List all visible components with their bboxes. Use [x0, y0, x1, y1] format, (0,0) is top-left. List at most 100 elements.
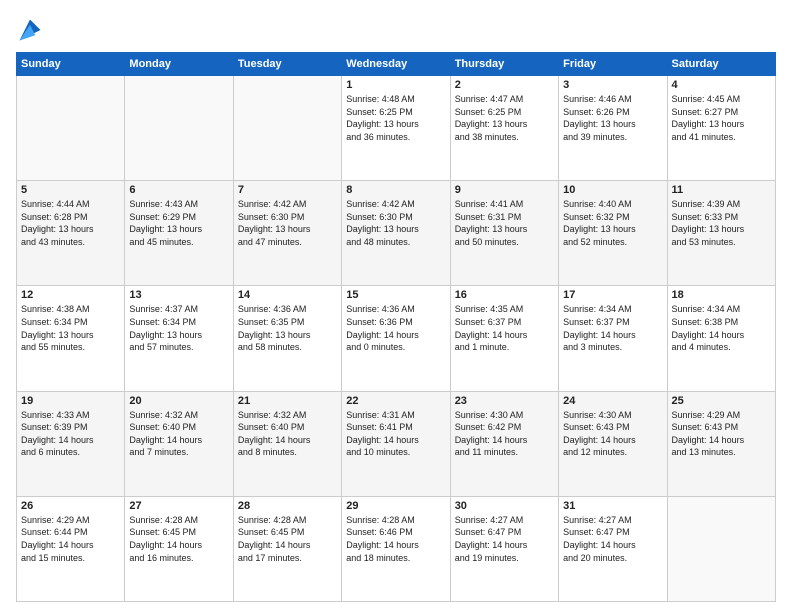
calendar-day-17: 17Sunrise: 4:34 AM Sunset: 6:37 PM Dayli… [559, 286, 667, 391]
calendar-day-21: 21 Sunrise: 4:32 AM Sunset: 6:40 PM Dayli… [233, 391, 341, 496]
calendar-week-row: 5 Sunrise: 4:44 AM Sunset: 6:28 PM Daylig… [17, 181, 776, 286]
calendar-day-3: 3Sunrise: 4:46 AM Sunset: 6:26 PM Daylig… [559, 76, 667, 181]
day-number: 1 [346, 79, 445, 91]
calendar-day-4: 4Sunrise: 4:45 AM Sunset: 6:27 PM Daylig… [667, 76, 775, 181]
day-number: 9 [455, 184, 554, 196]
day-info: Sunrise: 4:30 AM Sunset: 6:43 PM Dayligh… [563, 409, 662, 459]
day-number: 23 [455, 395, 554, 407]
empty-cell [667, 496, 775, 601]
day-info: Sunrise: 4:34 AM Sunset: 6:38 PM Dayligh… [672, 303, 771, 353]
day-number: 22 [346, 395, 445, 407]
calendar-day-13: 13 Sunrise: 4:37 AM Sunset: 6:34 PM Dayli… [125, 286, 233, 391]
calendar-day-29: 29 Sunrise: 4:28 AM Sunset: 6:46 PM Dayli… [342, 496, 450, 601]
day-info: Sunrise: 4:44 AM Sunset: 6:28 PM Dayligh… [21, 198, 120, 248]
day-number: 24 [563, 395, 662, 407]
calendar-day-5: 5 Sunrise: 4:44 AM Sunset: 6:28 PM Daylig… [17, 181, 125, 286]
day-info: Sunrise: 4:28 AM Sunset: 6:46 PM Dayligh… [346, 514, 445, 564]
empty-cell [17, 76, 125, 181]
day-info: Sunrise: 4:40 AM Sunset: 6:32 PM Dayligh… [563, 198, 662, 248]
day-info: Sunrise: 4:36 AM Sunset: 6:35 PM Dayligh… [238, 303, 337, 353]
calendar-day-26: 26 Sunrise: 4:29 AM Sunset: 6:44 PM Dayli… [17, 496, 125, 601]
day-info: Sunrise: 4:32 AM Sunset: 6:40 PM Dayligh… [238, 409, 337, 459]
day-info: Sunrise: 4:42 AM Sunset: 6:30 PM Dayligh… [346, 198, 445, 248]
day-info: Sunrise: 4:41 AM Sunset: 6:31 PM Dayligh… [455, 198, 554, 248]
calendar-day-23: 23Sunrise: 4:30 AM Sunset: 6:42 PM Dayli… [450, 391, 558, 496]
day-number: 27 [129, 500, 228, 512]
calendar-day-28: 28 Sunrise: 4:28 AM Sunset: 6:45 PM Dayli… [233, 496, 341, 601]
day-number: 3 [563, 79, 662, 91]
day-number: 13 [129, 289, 228, 301]
day-info: Sunrise: 4:47 AM Sunset: 6:25 PM Dayligh… [455, 93, 554, 143]
calendar-week-row: 19 Sunrise: 4:33 AM Sunset: 6:39 PM Dayli… [17, 391, 776, 496]
day-info: Sunrise: 4:45 AM Sunset: 6:27 PM Dayligh… [672, 93, 771, 143]
day-number: 31 [563, 500, 662, 512]
day-number: 8 [346, 184, 445, 196]
calendar-day-22: 22Sunrise: 4:31 AM Sunset: 6:41 PM Dayli… [342, 391, 450, 496]
day-number: 26 [21, 500, 120, 512]
header [16, 16, 776, 44]
day-info: Sunrise: 4:37 AM Sunset: 6:34 PM Dayligh… [129, 303, 228, 353]
calendar-day-12: 12Sunrise: 4:38 AM Sunset: 6:34 PM Dayli… [17, 286, 125, 391]
calendar-day-11: 11 Sunrise: 4:39 AM Sunset: 6:33 PM Dayli… [667, 181, 775, 286]
day-info: Sunrise: 4:28 AM Sunset: 6:45 PM Dayligh… [129, 514, 228, 564]
day-number: 5 [21, 184, 120, 196]
day-info: Sunrise: 4:36 AM Sunset: 6:36 PM Dayligh… [346, 303, 445, 353]
col-header-monday: Monday [125, 53, 233, 76]
day-info: Sunrise: 4:28 AM Sunset: 6:45 PM Dayligh… [238, 514, 337, 564]
calendar-header-row: SundayMondayTuesdayWednesdayThursdayFrid… [17, 53, 776, 76]
day-info: Sunrise: 4:33 AM Sunset: 6:39 PM Dayligh… [21, 409, 120, 459]
calendar-week-row: 12Sunrise: 4:38 AM Sunset: 6:34 PM Dayli… [17, 286, 776, 391]
day-info: Sunrise: 4:34 AM Sunset: 6:37 PM Dayligh… [563, 303, 662, 353]
day-number: 18 [672, 289, 771, 301]
day-info: Sunrise: 4:29 AM Sunset: 6:44 PM Dayligh… [21, 514, 120, 564]
day-number: 25 [672, 395, 771, 407]
day-number: 29 [346, 500, 445, 512]
day-info: Sunrise: 4:29 AM Sunset: 6:43 PM Dayligh… [672, 409, 771, 459]
calendar-day-24: 24 Sunrise: 4:30 AM Sunset: 6:43 PM Dayli… [559, 391, 667, 496]
day-number: 30 [455, 500, 554, 512]
day-info: Sunrise: 4:35 AM Sunset: 6:37 PM Dayligh… [455, 303, 554, 353]
empty-cell [125, 76, 233, 181]
calendar-week-row: 26 Sunrise: 4:29 AM Sunset: 6:44 PM Dayli… [17, 496, 776, 601]
calendar-day-1: 1Sunrise: 4:48 AM Sunset: 6:25 PM Daylig… [342, 76, 450, 181]
calendar-day-14: 14 Sunrise: 4:36 AM Sunset: 6:35 PM Dayli… [233, 286, 341, 391]
col-header-wednesday: Wednesday [342, 53, 450, 76]
calendar-day-7: 7Sunrise: 4:42 AM Sunset: 6:30 PM Daylig… [233, 181, 341, 286]
day-info: Sunrise: 4:27 AM Sunset: 6:47 PM Dayligh… [563, 514, 662, 564]
day-info: Sunrise: 4:32 AM Sunset: 6:40 PM Dayligh… [129, 409, 228, 459]
day-number: 12 [21, 289, 120, 301]
calendar-day-30: 30Sunrise: 4:27 AM Sunset: 6:47 PM Dayli… [450, 496, 558, 601]
calendar-day-19: 19 Sunrise: 4:33 AM Sunset: 6:39 PM Dayli… [17, 391, 125, 496]
day-number: 21 [238, 395, 337, 407]
calendar-day-2: 2 Sunrise: 4:47 AM Sunset: 6:25 PM Daylig… [450, 76, 558, 181]
day-info: Sunrise: 4:42 AM Sunset: 6:30 PM Dayligh… [238, 198, 337, 248]
col-header-friday: Friday [559, 53, 667, 76]
logo [16, 16, 48, 44]
day-number: 19 [21, 395, 120, 407]
col-header-tuesday: Tuesday [233, 53, 341, 76]
day-number: 2 [455, 79, 554, 91]
day-info: Sunrise: 4:39 AM Sunset: 6:33 PM Dayligh… [672, 198, 771, 248]
calendar-table: SundayMondayTuesdayWednesdayThursdayFrid… [16, 52, 776, 602]
page: SundayMondayTuesdayWednesdayThursdayFrid… [0, 0, 792, 612]
calendar-day-20: 20Sunrise: 4:32 AM Sunset: 6:40 PM Dayli… [125, 391, 233, 496]
col-header-sunday: Sunday [17, 53, 125, 76]
day-number: 16 [455, 289, 554, 301]
col-header-saturday: Saturday [667, 53, 775, 76]
calendar-day-8: 8 Sunrise: 4:42 AM Sunset: 6:30 PM Daylig… [342, 181, 450, 286]
calendar-day-31: 31 Sunrise: 4:27 AM Sunset: 6:47 PM Dayli… [559, 496, 667, 601]
day-number: 11 [672, 184, 771, 196]
empty-cell [233, 76, 341, 181]
calendar-week-row: 1Sunrise: 4:48 AM Sunset: 6:25 PM Daylig… [17, 76, 776, 181]
calendar-day-27: 27 Sunrise: 4:28 AM Sunset: 6:45 PM Dayli… [125, 496, 233, 601]
col-header-thursday: Thursday [450, 53, 558, 76]
day-number: 14 [238, 289, 337, 301]
calendar-day-18: 18 Sunrise: 4:34 AM Sunset: 6:38 PM Dayli… [667, 286, 775, 391]
calendar-day-16: 16 Sunrise: 4:35 AM Sunset: 6:37 PM Dayli… [450, 286, 558, 391]
day-number: 28 [238, 500, 337, 512]
calendar-day-25: 25 Sunrise: 4:29 AM Sunset: 6:43 PM Dayli… [667, 391, 775, 496]
day-number: 6 [129, 184, 228, 196]
calendar-day-10: 10Sunrise: 4:40 AM Sunset: 6:32 PM Dayli… [559, 181, 667, 286]
calendar-day-9: 9 Sunrise: 4:41 AM Sunset: 6:31 PM Daylig… [450, 181, 558, 286]
calendar-day-6: 6Sunrise: 4:43 AM Sunset: 6:29 PM Daylig… [125, 181, 233, 286]
